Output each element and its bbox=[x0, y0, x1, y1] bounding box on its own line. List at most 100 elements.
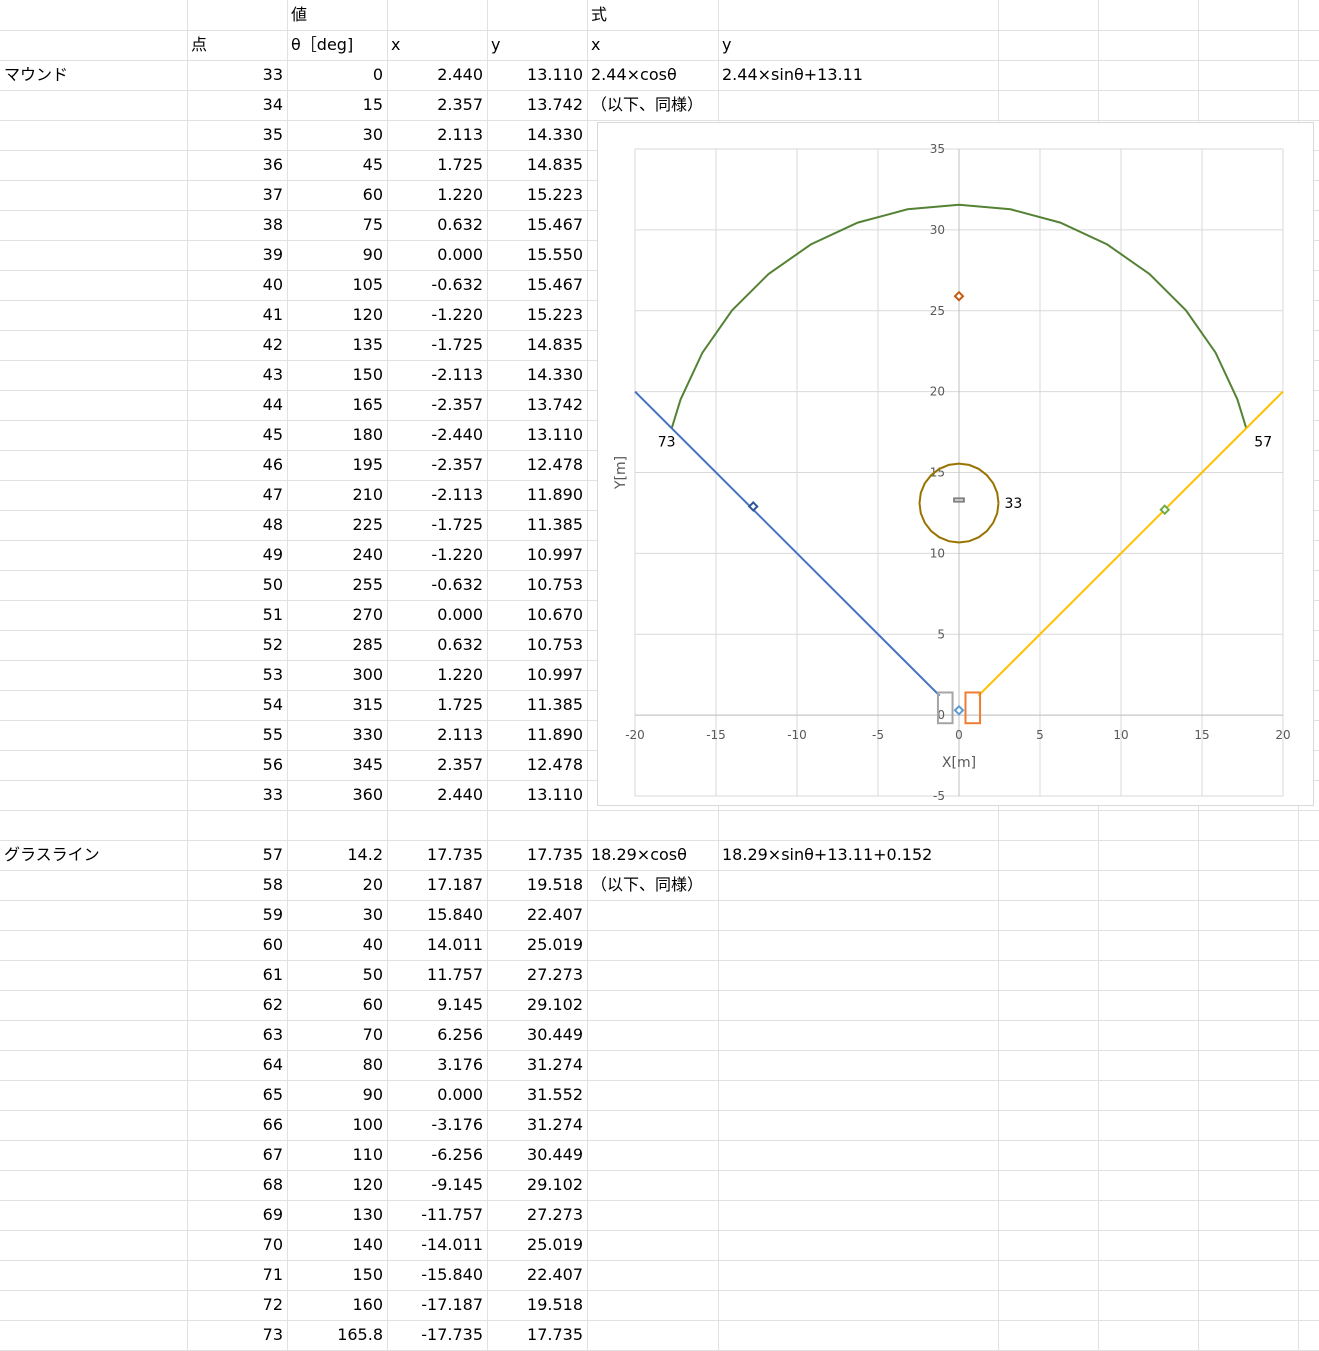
table-cell[interactable]: 13.742 bbox=[491, 90, 583, 119]
table-cell[interactable]: 13.742 bbox=[491, 390, 583, 419]
table-cell[interactable]: 69 bbox=[191, 1200, 283, 1229]
table-cell[interactable]: 180 bbox=[291, 420, 383, 449]
table-cell[interactable]: 80 bbox=[291, 1050, 383, 1079]
table-cell[interactable]: 22.407 bbox=[491, 1260, 583, 1289]
table-cell[interactable]: -3.176 bbox=[391, 1110, 483, 1139]
table-cell[interactable]: -1.725 bbox=[391, 330, 483, 359]
table-cell[interactable]: -0.632 bbox=[391, 270, 483, 299]
table-cell[interactable]: 1.220 bbox=[391, 660, 483, 689]
table-cell[interactable]: 9.145 bbox=[391, 990, 483, 1019]
table-cell[interactable]: 65 bbox=[191, 1080, 283, 1109]
table-cell[interactable]: 13.110 bbox=[491, 60, 583, 89]
table-cell[interactable]: 75 bbox=[291, 210, 383, 239]
table-cell[interactable]: 15.467 bbox=[491, 210, 583, 239]
table-cell[interactable]: 29.102 bbox=[491, 990, 583, 1019]
table-cell[interactable]: 30.449 bbox=[491, 1140, 583, 1169]
table-cell[interactable]: 0.000 bbox=[391, 1080, 483, 1109]
table-cell[interactable]: 1.220 bbox=[391, 180, 483, 209]
table-cell[interactable]: 160 bbox=[291, 1290, 383, 1319]
table-cell[interactable]: 31.274 bbox=[491, 1110, 583, 1139]
table-cell[interactable]: 6.256 bbox=[391, 1020, 483, 1049]
table-cell[interactable]: -2.357 bbox=[391, 390, 483, 419]
table-cell[interactable]: 2.440 bbox=[391, 780, 483, 809]
table-cell[interactable]: -1.725 bbox=[391, 510, 483, 539]
table-cell[interactable]: 70 bbox=[291, 1020, 383, 1049]
table-cell[interactable]: 15.223 bbox=[491, 300, 583, 329]
table-cell[interactable]: -0.632 bbox=[391, 570, 483, 599]
table-cell[interactable]: 67 bbox=[191, 1140, 283, 1169]
header-y[interactable]: y bbox=[491, 30, 583, 59]
header-theta[interactable]: θ［deg] bbox=[291, 30, 383, 59]
table-cell[interactable]: 2.357 bbox=[391, 90, 483, 119]
table-cell[interactable]: 3.176 bbox=[391, 1050, 483, 1079]
table-cell[interactable]: 68 bbox=[191, 1170, 283, 1199]
table-cell[interactable]: 300 bbox=[291, 660, 383, 689]
grass-note[interactable]: （以下、同様） bbox=[591, 870, 994, 899]
table-cell[interactable]: 46 bbox=[191, 450, 283, 479]
table-cell[interactable]: 39 bbox=[191, 240, 283, 269]
table-cell[interactable]: 270 bbox=[291, 600, 383, 629]
table-cell[interactable]: 60 bbox=[191, 930, 283, 959]
table-cell[interactable]: 25.019 bbox=[491, 1230, 583, 1259]
table-cell[interactable]: 48 bbox=[191, 510, 283, 539]
table-cell[interactable]: 1.725 bbox=[391, 690, 483, 719]
table-cell[interactable]: 31.274 bbox=[491, 1050, 583, 1079]
table-cell[interactable]: 33 bbox=[191, 60, 283, 89]
table-cell[interactable]: 17.735 bbox=[491, 840, 583, 869]
table-cell[interactable]: 34 bbox=[191, 90, 283, 119]
table-cell[interactable]: 57 bbox=[191, 840, 283, 869]
table-cell[interactable]: 90 bbox=[291, 240, 383, 269]
table-cell[interactable]: 12.478 bbox=[491, 750, 583, 779]
table-cell[interactable]: 66 bbox=[191, 1110, 283, 1139]
table-cell[interactable]: 0.632 bbox=[391, 630, 483, 659]
table-cell[interactable]: -2.113 bbox=[391, 360, 483, 389]
table-cell[interactable]: 47 bbox=[191, 480, 283, 509]
table-cell[interactable]: 140 bbox=[291, 1230, 383, 1259]
header-formula-group[interactable]: 式 bbox=[591, 0, 714, 29]
scatter-chart[interactable]: -20 -15 -10 -5 0 5 10 15 20 -5 0 5 10 15 20 25 30 35 X[m] Y… bbox=[597, 122, 1314, 806]
header-formula-y[interactable]: y bbox=[722, 30, 994, 59]
table-cell[interactable]: 120 bbox=[291, 1170, 383, 1199]
table-cell[interactable]: 285 bbox=[291, 630, 383, 659]
table-cell[interactable]: 36 bbox=[191, 150, 283, 179]
table-cell[interactable]: 30 bbox=[291, 900, 383, 929]
table-cell[interactable]: 10.670 bbox=[491, 600, 583, 629]
table-cell[interactable]: 0.632 bbox=[391, 210, 483, 239]
table-cell[interactable]: -14.011 bbox=[391, 1230, 483, 1259]
table-cell[interactable]: 19.518 bbox=[491, 1290, 583, 1319]
table-cell[interactable]: 70 bbox=[191, 1230, 283, 1259]
table-cell[interactable]: 10.997 bbox=[491, 540, 583, 569]
table-cell[interactable]: 60 bbox=[291, 180, 383, 209]
table-cell[interactable]: 210 bbox=[291, 480, 383, 509]
table-cell[interactable]: 41 bbox=[191, 300, 283, 329]
table-cell[interactable]: 20 bbox=[291, 870, 383, 899]
table-cell[interactable]: 0 bbox=[291, 60, 383, 89]
mound-formula-y[interactable]: 2.44×sinθ+13.11 bbox=[722, 60, 1094, 89]
table-cell[interactable]: 0.000 bbox=[391, 240, 483, 269]
header-formula-x[interactable]: x bbox=[591, 30, 714, 59]
table-cell[interactable]: 15.223 bbox=[491, 180, 583, 209]
table-cell[interactable]: 40 bbox=[191, 270, 283, 299]
table-cell[interactable]: 53 bbox=[191, 660, 283, 689]
table-cell[interactable]: 13.110 bbox=[491, 420, 583, 449]
table-cell[interactable]: 58 bbox=[191, 870, 283, 899]
table-cell[interactable]: 90 bbox=[291, 1080, 383, 1109]
table-cell[interactable]: 45 bbox=[191, 420, 283, 449]
table-cell[interactable]: 100 bbox=[291, 1110, 383, 1139]
table-cell[interactable]: 31.552 bbox=[491, 1080, 583, 1109]
table-cell[interactable]: 2.357 bbox=[391, 750, 483, 779]
table-cell[interactable]: 14.835 bbox=[491, 150, 583, 179]
table-cell[interactable]: -17.735 bbox=[391, 1320, 483, 1349]
table-cell[interactable]: 195 bbox=[291, 450, 383, 479]
table-cell[interactable]: -2.113 bbox=[391, 480, 483, 509]
table-cell[interactable]: -11.757 bbox=[391, 1200, 483, 1229]
table-cell[interactable]: 130 bbox=[291, 1200, 383, 1229]
table-cell[interactable]: 255 bbox=[291, 570, 383, 599]
table-cell[interactable]: 72 bbox=[191, 1290, 283, 1319]
table-cell[interactable]: 110 bbox=[291, 1140, 383, 1169]
table-cell[interactable]: 14.835 bbox=[491, 330, 583, 359]
table-cell[interactable]: 50 bbox=[291, 960, 383, 989]
table-cell[interactable]: 42 bbox=[191, 330, 283, 359]
table-cell[interactable]: 63 bbox=[191, 1020, 283, 1049]
table-cell[interactable]: 10.753 bbox=[491, 570, 583, 599]
